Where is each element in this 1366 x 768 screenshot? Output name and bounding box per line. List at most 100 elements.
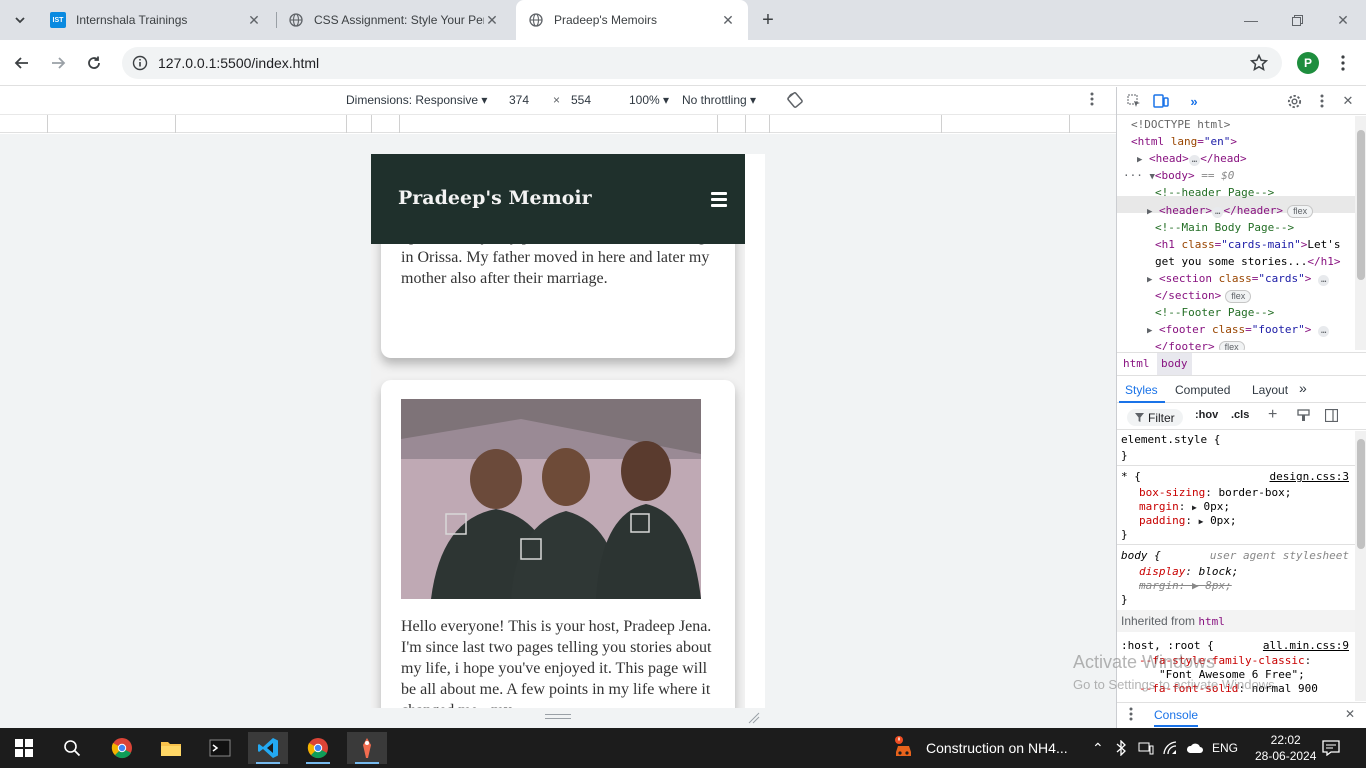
style-declaration[interactable]: padding: ▶ 0px; (1139, 514, 1237, 529)
caret-down-icon: ▾ (750, 93, 757, 107)
activate-windows-watermark: Activate Windows (1073, 652, 1216, 672)
close-icon[interactable]: ✕ (246, 12, 262, 28)
group-selfie-photo (401, 399, 701, 599)
file-explorer-icon[interactable] (151, 732, 191, 764)
html-node[interactable]: <html lang="en"> (1131, 133, 1237, 150)
tab-styles[interactable]: Styles (1125, 383, 1158, 397)
console-tab[interactable]: Console (1154, 708, 1199, 727)
h1-node[interactable]: <h1 class="cards-main">Let's (1155, 236, 1340, 253)
bluetooth-icon[interactable] (1115, 728, 1127, 768)
close-icon[interactable]: ✕ (720, 12, 736, 28)
inspect-element-icon[interactable] (1125, 92, 1143, 110)
minimize-button[interactable]: — (1228, 0, 1274, 40)
tab-search-button[interactable] (8, 8, 32, 32)
width-input[interactable]: 374 (505, 91, 549, 109)
language-indicator[interactable]: ENG (1212, 728, 1238, 768)
body-ua-rule[interactable]: body { (1121, 549, 1161, 563)
search-icon[interactable] (52, 732, 92, 764)
reload-button[interactable] (80, 49, 108, 77)
tab-css-assignment[interactable]: CSS Assignment: Style Your Pers ✕ (276, 0, 512, 40)
url-text[interactable]: 127.0.0.1:5500/index.html (158, 55, 319, 71)
notification-text: Construction on NH4... (926, 740, 1068, 756)
wifi-icon[interactable] (1162, 728, 1178, 768)
close-icon[interactable]: ✕ (484, 12, 500, 28)
devtools-menu-icon[interactable] (1313, 92, 1331, 110)
media-query-ruler (0, 115, 1116, 133)
flex-badge: flex (1287, 205, 1314, 218)
sidebar-toggle-icon[interactable] (1324, 408, 1339, 425)
add-rule-icon[interactable]: + (1268, 406, 1277, 424)
weather-notification[interactable]: Construction on NH4... (892, 728, 1068, 768)
filter-input[interactable]: Filter (1127, 409, 1183, 426)
hamburger-menu-icon[interactable] (711, 192, 727, 207)
console-drawer: Console ✕ (1117, 702, 1366, 728)
rule-close-brace: } (1121, 449, 1128, 462)
cls-toggle[interactable]: .cls (1231, 409, 1249, 421)
tab-computed[interactable]: Computed (1175, 383, 1230, 397)
chrome-menu-button[interactable] (1329, 49, 1357, 77)
hov-toggle[interactable]: :hov (1195, 409, 1218, 421)
profile-avatar[interactable]: P (1297, 52, 1319, 74)
tab-internshala[interactable]: IST Internshala Trainings ✕ (38, 0, 274, 40)
tab-layout[interactable]: Layout (1252, 383, 1288, 397)
close-drawer-icon[interactable]: ✕ (1345, 707, 1355, 721)
doctype-node[interactable]: <!DOCTYPE html> (1131, 116, 1230, 133)
height-input[interactable]: 554 (567, 91, 611, 109)
height-resize-handle[interactable] (545, 714, 571, 719)
ua-source: user agent stylesheet (1209, 549, 1349, 562)
source-link[interactable]: all.min.css:9 (1263, 639, 1349, 652)
devtools-toolbar: » ✕ (1117, 87, 1366, 115)
browser-toolbar: 127.0.0.1:5500/index.html (0, 40, 1366, 86)
close-devtools-icon[interactable]: ✕ (1339, 92, 1357, 110)
element-style-rule[interactable]: element.style { (1121, 433, 1220, 447)
breadcrumb-body[interactable]: body (1157, 353, 1192, 375)
styles-scrollbar[interactable] (1355, 431, 1366, 701)
breadcrumb-html[interactable]: html (1123, 357, 1150, 370)
chrome-taskbar-icon[interactable] (102, 732, 142, 764)
terminal-icon[interactable] (200, 732, 240, 764)
source-link[interactable]: design.css:3 (1270, 470, 1349, 483)
comment-node[interactable]: <!--Main Body Page--> (1155, 219, 1294, 236)
paint-brush-icon[interactable] (1297, 409, 1310, 425)
bookmark-star-icon[interactable] (1248, 52, 1270, 74)
drawer-menu-icon[interactable] (1129, 707, 1133, 724)
show-hidden-icons-icon[interactable]: ⌃ (1092, 728, 1104, 768)
chrome-profile-taskbar-icon[interactable] (298, 732, 338, 764)
close-window-button[interactable]: ✕ (1320, 0, 1366, 40)
device-icon[interactable] (1138, 728, 1154, 768)
comment-node[interactable]: <!--Footer Page--> (1155, 304, 1274, 321)
vscode-icon[interactable] (248, 732, 288, 764)
clock[interactable]: 22:02 28-06-2024 (1255, 728, 1316, 768)
onedrive-cloud-icon[interactable] (1186, 728, 1204, 768)
active-tab-indicator (1119, 401, 1165, 403)
dimensions-dropdown[interactable]: Dimensions: Responsive ▾ (346, 93, 487, 107)
tab-pradeeps-memoirs[interactable]: Pradeep's Memoirs ✕ (516, 0, 748, 40)
universal-selector-rule[interactable]: * { (1121, 470, 1141, 484)
device-toolbar-menu-icon[interactable] (1090, 92, 1094, 109)
paint-app-icon[interactable] (347, 732, 387, 764)
style-declaration[interactable]: box-sizing: border-box; (1139, 486, 1291, 500)
comment-node[interactable]: <!--header Page--> (1155, 184, 1274, 201)
address-bar[interactable]: 127.0.0.1:5500/index.html (122, 47, 1282, 79)
rotate-icon[interactable] (786, 91, 804, 112)
zoom-dropdown[interactable]: 100% ▾ (629, 93, 669, 107)
caret-down-icon: ▾ (663, 93, 670, 107)
new-tab-button[interactable]: + (756, 8, 780, 32)
host-root-rule[interactable]: :host, :root { (1121, 639, 1214, 653)
site-info-icon[interactable] (130, 53, 150, 73)
settings-gear-icon[interactable] (1285, 92, 1303, 110)
style-declaration[interactable]: margin: ▶ 0px; (1139, 500, 1230, 515)
forward-button[interactable] (44, 49, 72, 77)
rule-close-brace: } (1121, 528, 1128, 541)
corner-resize-handle[interactable] (748, 712, 760, 724)
more-panels-icon[interactable]: » (1185, 92, 1203, 110)
restore-button[interactable] (1274, 0, 1320, 40)
more-tabs-icon[interactable]: » (1299, 380, 1307, 396)
back-button[interactable] (8, 49, 36, 77)
windows-start-icon[interactable] (4, 732, 44, 764)
tab-title: Internshala Trainings (76, 13, 188, 27)
throttling-dropdown[interactable]: No throttling ▾ (682, 93, 756, 107)
elements-scrollbar[interactable] (1355, 116, 1366, 350)
device-toolbar-toggle-icon[interactable] (1152, 92, 1170, 110)
action-center-icon[interactable] (1322, 728, 1340, 768)
